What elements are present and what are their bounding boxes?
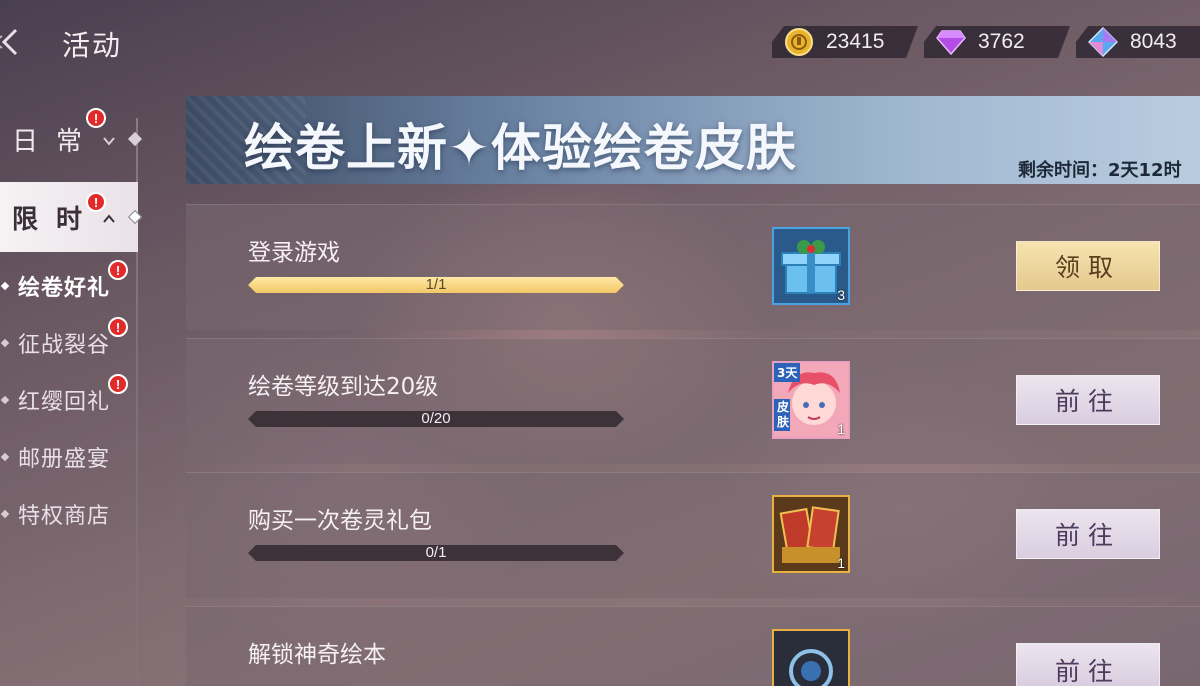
- purple-diamond-icon: [936, 27, 966, 57]
- magic-orb-icon: [774, 631, 848, 686]
- banner-title: 绘卷上新✦体验绘卷皮肤: [244, 119, 797, 177]
- reward-count: 1: [837, 555, 845, 571]
- alert-badge: !: [108, 317, 128, 337]
- alert-badge: !: [86, 192, 106, 212]
- category-daily-label: 日常: [12, 126, 101, 157]
- reward-item[interactable]: 3: [772, 227, 850, 305]
- progress-text: 1/1: [425, 276, 447, 293]
- sidebar-item-label: 征战裂谷: [18, 333, 111, 358]
- task-name: 解锁神奇绘本: [248, 642, 386, 668]
- gold-coin-icon: [784, 27, 814, 57]
- task-row: 购买一次卷灵礼包 0/1 1 前往: [186, 472, 1200, 598]
- task-name: 绘卷等级到达20级: [248, 374, 439, 400]
- bullet-icon: [0, 452, 10, 462]
- chevron-up-icon: [103, 214, 115, 223]
- reward-item[interactable]: 3天 皮肤 1: [772, 361, 850, 439]
- event-banner: 绘卷上新✦体验绘卷皮肤 剩余时间：2天12时: [186, 96, 1200, 184]
- currency-crystal[interactable]: 8043: [1076, 26, 1200, 58]
- remaining-time: 剩余时间：2天12时: [1018, 160, 1182, 181]
- task-name: 登录游戏: [248, 240, 340, 266]
- chevron-left-icon: [0, 28, 18, 56]
- task-row: 解锁神奇绘本 前往: [186, 606, 1200, 686]
- blue-crystal-icon: [1088, 27, 1118, 57]
- reward-item[interactable]: [772, 629, 850, 686]
- sidebar: 日常 ! 限时 ! 绘卷好礼 ! 征战裂谷 ! 红缨回礼 ! 邮册盛宴 特权商店: [0, 96, 143, 686]
- back-button[interactable]: [0, 24, 26, 60]
- diamond-marker: [127, 131, 143, 147]
- duration-tag: 3天: [774, 363, 801, 382]
- skin-tag: 皮肤: [774, 399, 790, 431]
- reward-count: 1: [837, 421, 845, 437]
- alert-badge: !: [108, 374, 128, 394]
- progress-bar: 0/20: [248, 411, 624, 427]
- reward-item[interactable]: 1: [772, 495, 850, 573]
- chevron-down-icon: [103, 137, 115, 146]
- go-button[interactable]: 前往: [1016, 509, 1160, 559]
- currency-gold[interactable]: 23415: [772, 26, 918, 58]
- task-row: 登录游戏 1/1 3 领取: [186, 204, 1200, 330]
- category-limited[interactable]: 限时 !: [0, 182, 143, 252]
- task-row: 绘卷等级到达20级 0/20 3天 皮肤 1 前往: [186, 338, 1200, 464]
- sidebar-item-privilege-shop[interactable]: 特权商店: [0, 494, 136, 534]
- claim-button[interactable]: 领取: [1016, 241, 1160, 291]
- category-daily[interactable]: 日常 !: [0, 104, 143, 174]
- go-button[interactable]: 前往: [1016, 643, 1160, 686]
- bullet-icon: [0, 395, 10, 405]
- sidebar-item-stamp-feast[interactable]: 邮册盛宴: [0, 437, 136, 477]
- progress-bar: 0/1: [248, 545, 624, 561]
- task-name: 购买一次卷灵礼包: [248, 508, 432, 534]
- sidebar-item-label: 特权商店: [18, 504, 111, 529]
- sidebar-item-label: 绘卷好礼: [18, 276, 111, 301]
- progress-text: 0/1: [425, 544, 447, 561]
- sidebar-item-rift-battle[interactable]: 征战裂谷 !: [0, 317, 136, 363]
- bullet-icon: [0, 338, 10, 348]
- sidebar-item-label: 红缨回礼: [18, 390, 111, 415]
- go-button[interactable]: 前往: [1016, 375, 1160, 425]
- diamond-marker: [127, 209, 143, 225]
- sidebar-item-painting-gifts[interactable]: 绘卷好礼 !: [0, 260, 136, 306]
- bullet-icon: [0, 281, 10, 291]
- alert-badge: !: [108, 260, 128, 280]
- progress-text: 0/20: [421, 410, 451, 427]
- sidebar-item-red-tassel-gift[interactable]: 红缨回礼 !: [0, 374, 136, 420]
- sidebar-item-label: 邮册盛宴: [18, 447, 111, 472]
- bullet-icon: [0, 509, 10, 519]
- top-bar: 活动 23415 3762 8043: [0, 0, 1200, 86]
- progress-bar: 1/1: [248, 277, 624, 293]
- reward-count: 3: [837, 287, 845, 303]
- page-title: 活动: [62, 29, 123, 62]
- diamond-amount: 3762: [978, 30, 1025, 53]
- crystal-amount: 8043: [1130, 30, 1177, 53]
- gold-amount: 23415: [826, 30, 885, 53]
- alert-badge: !: [86, 108, 106, 128]
- currency-diamond[interactable]: 3762: [924, 26, 1070, 58]
